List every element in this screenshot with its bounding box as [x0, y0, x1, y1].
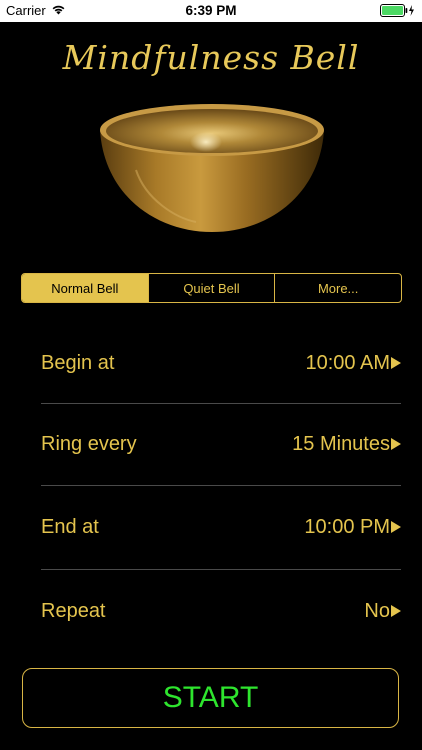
begin-at-label: Begin at — [41, 351, 115, 374]
segment-quiet-bell[interactable]: Quiet Bell — [149, 274, 276, 302]
end-at-label: End at — [41, 515, 99, 538]
begin-at-value-wrap: 10:00 AM — [305, 352, 401, 375]
repeat-row[interactable]: Repeat No — [41, 591, 401, 631]
status-right — [380, 4, 416, 22]
end-at-value: 10:00 PM — [304, 515, 390, 538]
row-divider — [41, 485, 401, 486]
app-title: Mindfulness Bell — [62, 38, 360, 77]
begin-at-row[interactable]: Begin at 10:00 AM — [41, 343, 401, 383]
begin-at-value: 10:00 AM — [305, 351, 390, 374]
chevron-right-icon — [391, 605, 401, 617]
repeat-value: No — [364, 599, 390, 622]
chevron-right-icon — [391, 438, 401, 450]
ring-every-value: 15 Minutes — [292, 432, 390, 455]
battery-charging-icon — [380, 4, 416, 22]
status-bar: Carrier 6:39 PM — [0, 0, 422, 22]
chevron-right-icon — [391, 357, 401, 369]
ring-every-label: Ring every — [41, 432, 137, 455]
row-divider — [41, 569, 401, 570]
singing-bowl-icon — [96, 100, 328, 240]
segment-normal-bell[interactable]: Normal Bell — [22, 274, 149, 302]
status-time: 6:39 PM — [185, 3, 237, 18]
end-at-value-wrap: 10:00 PM — [304, 516, 401, 539]
end-at-row[interactable]: End at 10:00 PM — [41, 507, 401, 547]
segment-more[interactable]: More... — [275, 274, 401, 302]
repeat-value-wrap: No — [364, 600, 401, 623]
row-divider — [41, 403, 401, 404]
bell-type-selector: Normal Bell Quiet Bell More... — [21, 273, 402, 303]
start-button[interactable]: START — [22, 668, 399, 728]
ring-every-value-wrap: 15 Minutes — [292, 433, 401, 456]
repeat-label: Repeat — [41, 599, 106, 622]
chevron-right-icon — [391, 521, 401, 533]
ring-every-row[interactable]: Ring every 15 Minutes — [41, 424, 401, 464]
